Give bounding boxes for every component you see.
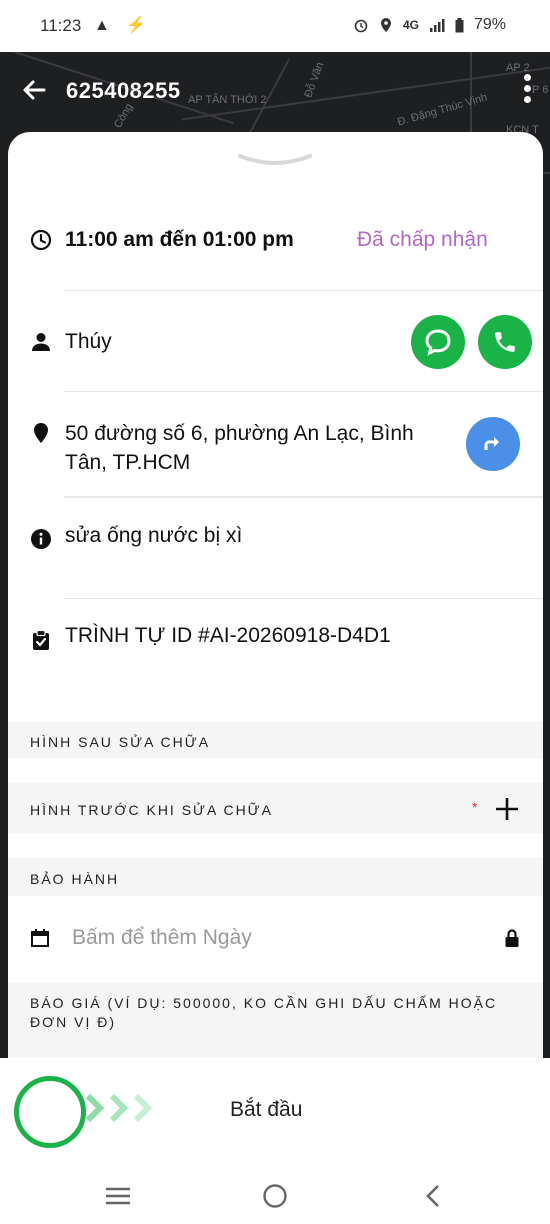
divider xyxy=(64,290,543,291)
chat-button[interactable] xyxy=(411,315,465,369)
back-nav-icon[interactable] xyxy=(420,1182,448,1210)
status-time: 11:23 xyxy=(40,16,82,35)
recent-apps-icon[interactable] xyxy=(104,1182,132,1210)
status-notification-icons: ▲ ⚡ xyxy=(94,17,153,34)
quote-label: BÁO GIÁ (VÍ DỤ: 500000, KO CẦN GHI DẤU C… xyxy=(30,995,498,1030)
status-badge: Đã chấp nhận xyxy=(357,228,488,251)
more-vertical-icon[interactable] xyxy=(522,74,532,108)
home-icon[interactable] xyxy=(261,1182,289,1210)
time-range: 11:00 am đến 01:00 pm xyxy=(65,228,294,251)
divider xyxy=(64,496,543,498)
location-icon xyxy=(380,18,391,32)
divider xyxy=(64,391,543,392)
start-label: Bắt đầu xyxy=(230,1098,303,1121)
warranty-label: BẢO HÀNH xyxy=(30,871,120,887)
network-type-label: 4G xyxy=(402,18,419,32)
system-nav-bar xyxy=(0,1168,550,1224)
plus-icon[interactable] xyxy=(494,796,520,822)
after-photos-section[interactable]: HÌNH SAU SỬA CHỮA xyxy=(8,722,543,758)
chevrons-right-icon xyxy=(85,1093,153,1123)
alarm-icon xyxy=(354,19,368,33)
directions-button[interactable] xyxy=(466,417,520,471)
sheet-handle[interactable] xyxy=(238,154,312,168)
phone-icon xyxy=(495,332,515,352)
order-id: 625408255 xyxy=(66,78,181,103)
clipboard-check-icon xyxy=(33,629,49,650)
before-photos-label: HÌNH TRƯỚC KHI SỬA CHỮA xyxy=(30,802,273,818)
customer-address: 50 đường số 6, phường An Lạc, Bình Tân, … xyxy=(65,422,414,474)
lock-icon xyxy=(505,929,519,947)
required-mark: * xyxy=(472,799,478,815)
after-photos-label: HÌNH SAU SỬA CHỮA xyxy=(30,734,211,750)
job-description: sửa ống nước bị xì xyxy=(65,524,243,547)
before-photos-section[interactable]: HÌNH TRƯỚC KHI SỬA CHỮA * xyxy=(8,782,543,834)
status-bar: 11:23 ▲ ⚡ 4G 79% xyxy=(0,0,550,52)
info-icon xyxy=(31,529,51,549)
warranty-date-field[interactable]: Bấm để thêm Ngày xyxy=(8,902,543,974)
arrow-left-icon[interactable] xyxy=(20,76,48,104)
person-icon xyxy=(32,333,50,351)
chat-bubble-icon xyxy=(425,329,451,356)
call-button[interactable] xyxy=(478,315,532,369)
battery-icon xyxy=(455,17,464,32)
divider xyxy=(64,598,543,599)
job-detail-sheet: 11:00 am đến 01:00 pm Đã chấp nhận Thúy … xyxy=(8,132,543,1072)
calendar-icon xyxy=(31,929,49,947)
warranty-date-placeholder: Bấm để thêm Ngày xyxy=(72,926,252,949)
sequence-id: TRÌNH TỰ ID #AI-20260918-D4D1 xyxy=(65,624,391,647)
clock-icon xyxy=(30,229,52,251)
directions-icon xyxy=(484,437,499,450)
start-action-bar[interactable]: Bắt đầu xyxy=(0,1058,550,1168)
start-slider-handle[interactable] xyxy=(14,1076,86,1148)
battery-percent: 79% xyxy=(473,16,506,33)
warranty-section: BẢO HÀNH xyxy=(8,858,543,896)
top-bar: 625408255 xyxy=(0,52,550,132)
status-right-icons: 4G 79% xyxy=(353,16,506,34)
customer-name: Thúy xyxy=(65,330,112,353)
signal-icon xyxy=(429,19,445,32)
location-pin-icon xyxy=(34,423,48,443)
